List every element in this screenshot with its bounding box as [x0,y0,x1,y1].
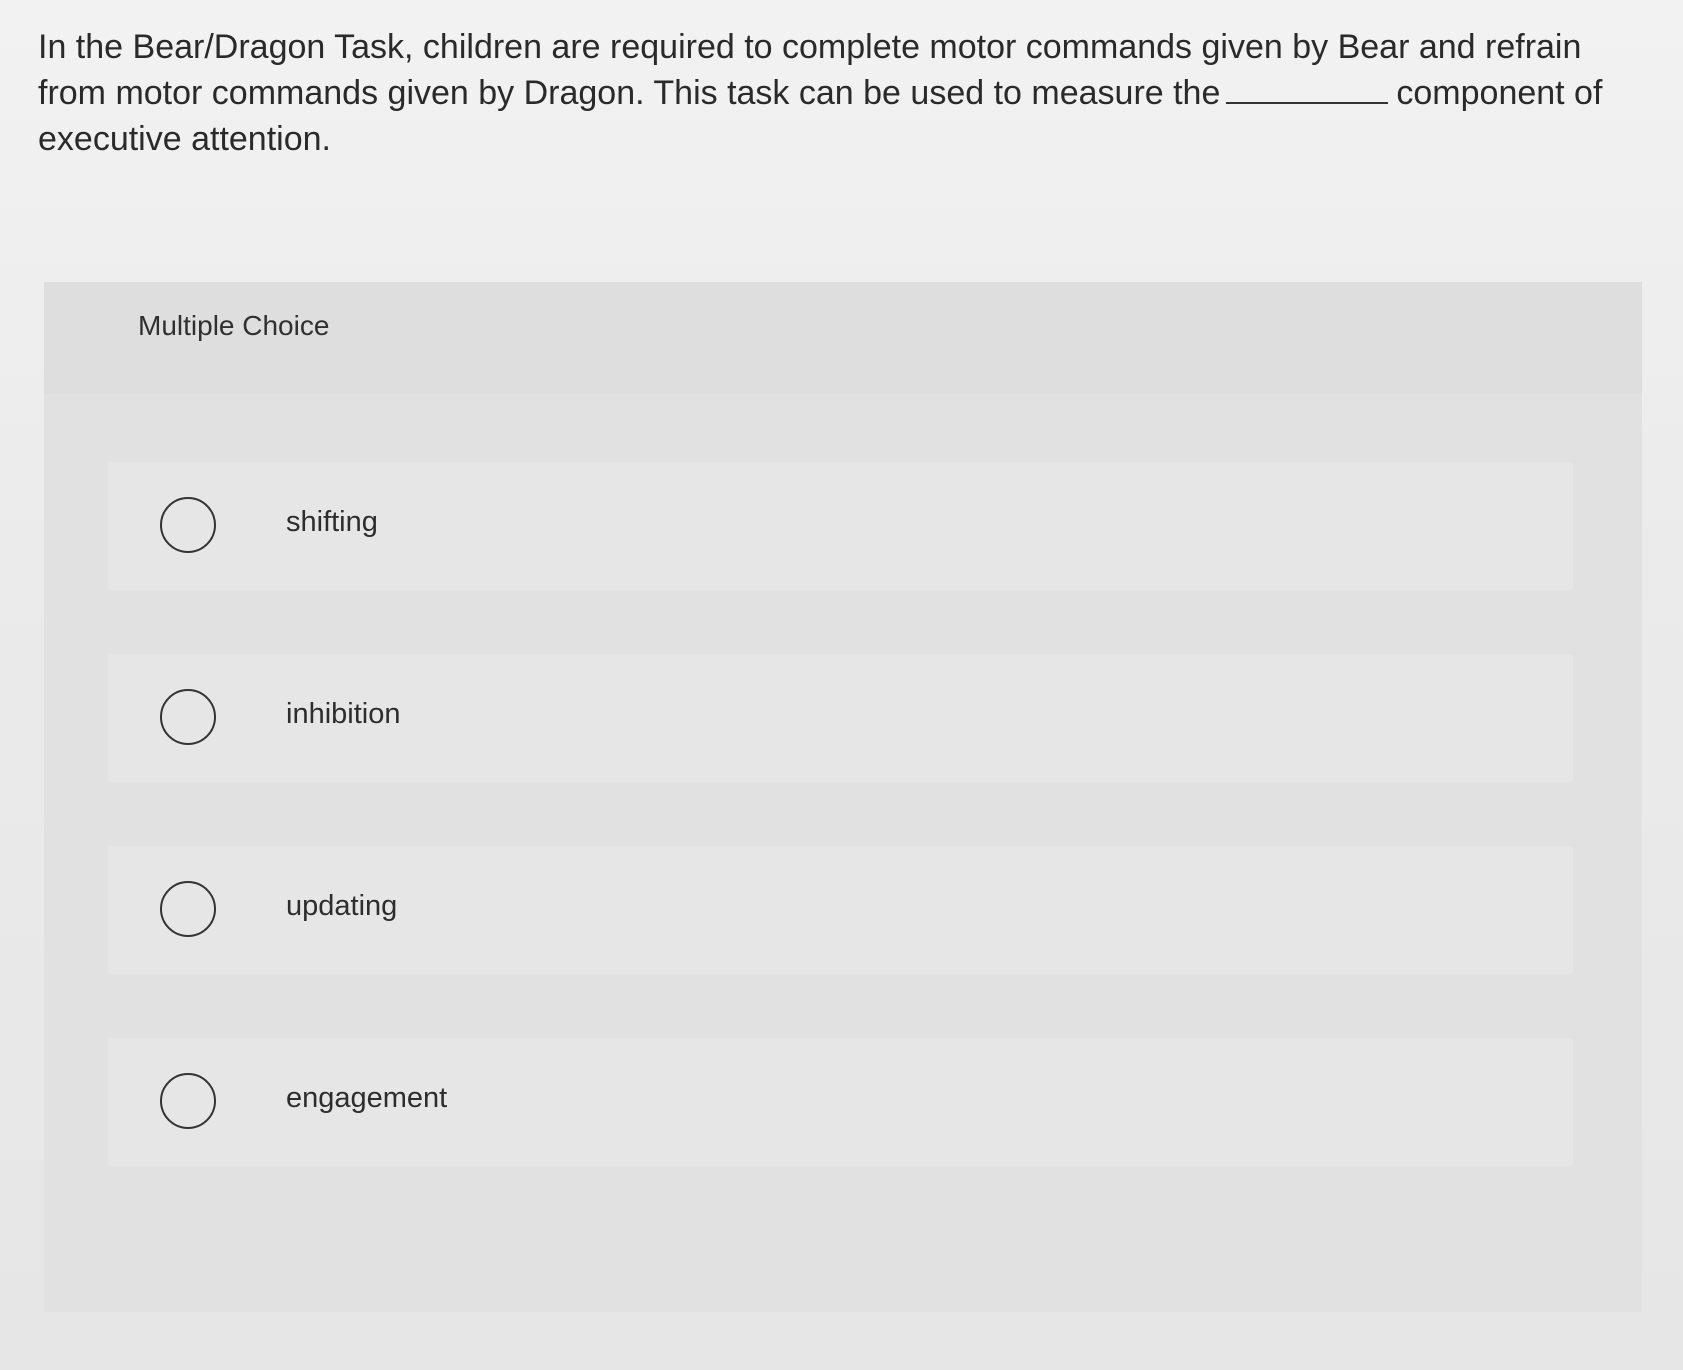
option-label: shifting [286,506,378,538]
option-shifting[interactable]: shifting [108,462,1573,590]
answer-options: shifting inhibition updating engagement [108,462,1573,1230]
question-type-label: Multiple Choice [138,310,330,341]
option-inhibition[interactable]: inhibition [108,654,1573,782]
option-updating[interactable]: updating [108,846,1573,974]
radio-button-icon[interactable] [160,881,216,937]
radio-button-icon[interactable] [160,497,216,553]
panel-header: Multiple Choice [44,282,1642,394]
answer-blank [1226,72,1389,104]
option-engagement[interactable]: engagement [108,1038,1573,1166]
radio-button-icon[interactable] [160,1073,216,1129]
question-text: In the Bear/Dragon Task, children are re… [38,24,1648,162]
option-label: updating [286,890,398,922]
radio-button-icon[interactable] [160,689,216,745]
option-label: engagement [286,1082,448,1114]
option-label: inhibition [286,698,401,730]
